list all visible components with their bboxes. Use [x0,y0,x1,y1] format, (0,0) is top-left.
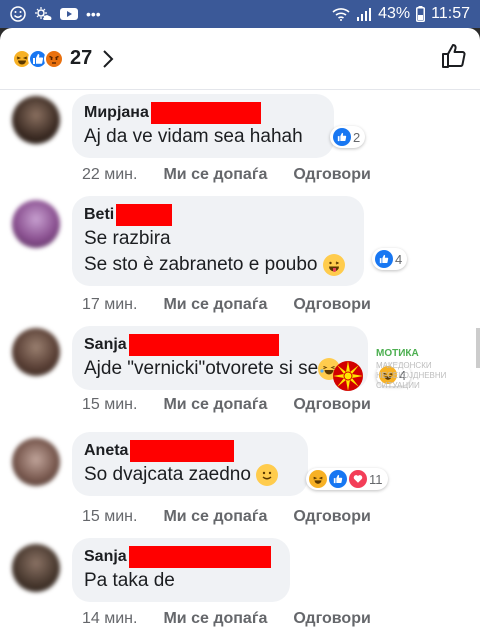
redaction-block [150,102,261,124]
sun-logo-icon [333,361,363,391]
comment-bubble[interactable]: Мирјана Aj da ve vidam sea hahah [72,94,334,158]
emoji-notification-icon [10,6,26,22]
comment-meta: 22 мин. Ми се допаѓа Одговори [82,166,371,184]
battery-percent: 43% [378,5,411,22]
redaction-block [130,440,235,462]
weather-icon [34,6,52,22]
comment-time: 15 мин. [82,508,138,525]
comment-reaction-count: 11 [369,471,383,487]
commenter-name-text: Sanja [84,548,127,565]
comment-meta: 14 мин. Ми се допаѓа Одговори [82,610,371,628]
comment-reaction-count: 2 [353,129,361,145]
smile-emoji-icon [256,464,279,486]
comment-time: 15 мин. [82,396,138,413]
comment-text-line: Ajde "vernicki"otvorete si se [84,356,356,382]
reactions-summary[interactable] [12,48,64,69]
comment-reply-button[interactable]: Одговори [293,396,370,414]
reaction-count[interactable]: 27 [70,47,92,70]
commenter-name[interactable]: Beti [84,204,352,226]
commenter-name-text: Sanja [84,336,127,353]
like-reaction-icon [333,128,351,146]
commenter-name-text: Мирјана [84,104,149,121]
redaction-block [128,546,271,568]
comment-time: 14 мин. [82,610,138,627]
commenter-name[interactable]: Sanja [84,334,356,356]
comment-meta: 15 мин. Ми се допаѓа Одговори [82,508,371,526]
comment-reactions-badge[interactable]: 2 [330,126,366,148]
avatar[interactable] [12,328,60,376]
haha-reaction-icon [309,470,327,488]
comment-bubble[interactable]: Sanja Ajde "vernicki"otvorete si se [72,326,368,390]
comment-meta: 15 мин. Ми се допаѓа Одговори [82,396,371,414]
avatar[interactable] [12,96,60,144]
youtube-icon [60,7,78,21]
comment-reactions-badge[interactable]: 11 [306,468,388,490]
comment-text-line: Se sto è zabraneto e poubo [84,252,352,278]
scrollbar[interactable] [476,328,480,368]
redaction-block [128,334,279,356]
comment-bubble[interactable]: Sanja Pa taka de [72,538,290,602]
comment-reply-button[interactable]: Одговори [293,166,370,184]
comment-time: 17 мин. [82,296,138,313]
comment-bubble[interactable]: Beti Se razbira Se sto è zabraneto e pou… [72,196,364,286]
comment-text: Pa taka de [84,570,175,591]
love-reaction-icon [349,470,367,488]
comment-reactions-badge[interactable]: 4 [372,248,408,270]
status-bar: ••• 43% 11:57 [0,0,480,28]
commenter-name-text: Beti [84,206,115,223]
comment-like-button[interactable]: Ми се допаѓа [163,508,267,526]
comment-text-line: Se razbira [84,228,171,249]
comments-sheet: 27 Мирјана Aj da ve vidam sea hahah 2 22… [0,28,480,641]
signal-icon [356,7,372,21]
battery-icon [416,6,426,22]
like-button-icon[interactable] [440,42,468,75]
comment-like-button[interactable]: Ми се допаѓа [163,296,267,314]
redaction-block [116,204,173,226]
comment-reply-button[interactable]: Одговори [293,296,370,314]
watermark-subtitle: МАКЕДОНСКИ НЕСЕКОЈДНЕВНИ СИТУАЦИИ [376,361,447,390]
comment-time: 22 мин. [82,166,138,183]
commenter-name[interactable]: Aneta [84,440,296,462]
wifi-icon [332,7,350,21]
comment-like-button[interactable]: Ми се допаѓа [163,610,267,628]
comment-text: Aj da ve vidam sea hahah [84,126,303,147]
watermark: МОТИКА МАКЕДОНСКИ НЕСЕКОЈДНЕВНИ СИТУАЦИИ [332,348,462,398]
like-reaction-icon [375,250,393,268]
comment-like-button[interactable]: Ми се допаѓа [163,166,267,184]
comment-text-line: So dvajcata zaedno [84,462,296,488]
commenter-name[interactable]: Sanja [84,546,278,568]
like-reaction-icon [329,470,347,488]
more-notifications-icon: ••• [86,6,101,22]
commenter-name-text: Aneta [84,442,129,459]
comment-reply-button[interactable]: Одговори [293,610,370,628]
reactions-header: 27 [0,28,480,90]
angry-reaction-icon [44,48,64,69]
avatar[interactable] [12,544,60,592]
comment-reply-button[interactable]: Одговори [293,508,370,526]
tongue-emoji-icon [322,254,345,276]
avatar[interactable] [12,438,60,486]
commenter-name[interactable]: Мирјана [84,102,322,124]
avatar[interactable] [12,200,60,248]
comment-reaction-count: 4 [395,251,403,267]
chevron-right-icon[interactable] [102,49,114,69]
comment-like-button[interactable]: Ми се допаѓа [163,396,267,414]
watermark-title: МОТИКА [376,348,419,359]
clock: 11:57 [431,5,470,22]
comment-bubble[interactable]: Aneta So dvajcata zaedno [72,432,308,496]
comment-meta: 17 мин. Ми се допаѓа Одговори [82,296,371,314]
